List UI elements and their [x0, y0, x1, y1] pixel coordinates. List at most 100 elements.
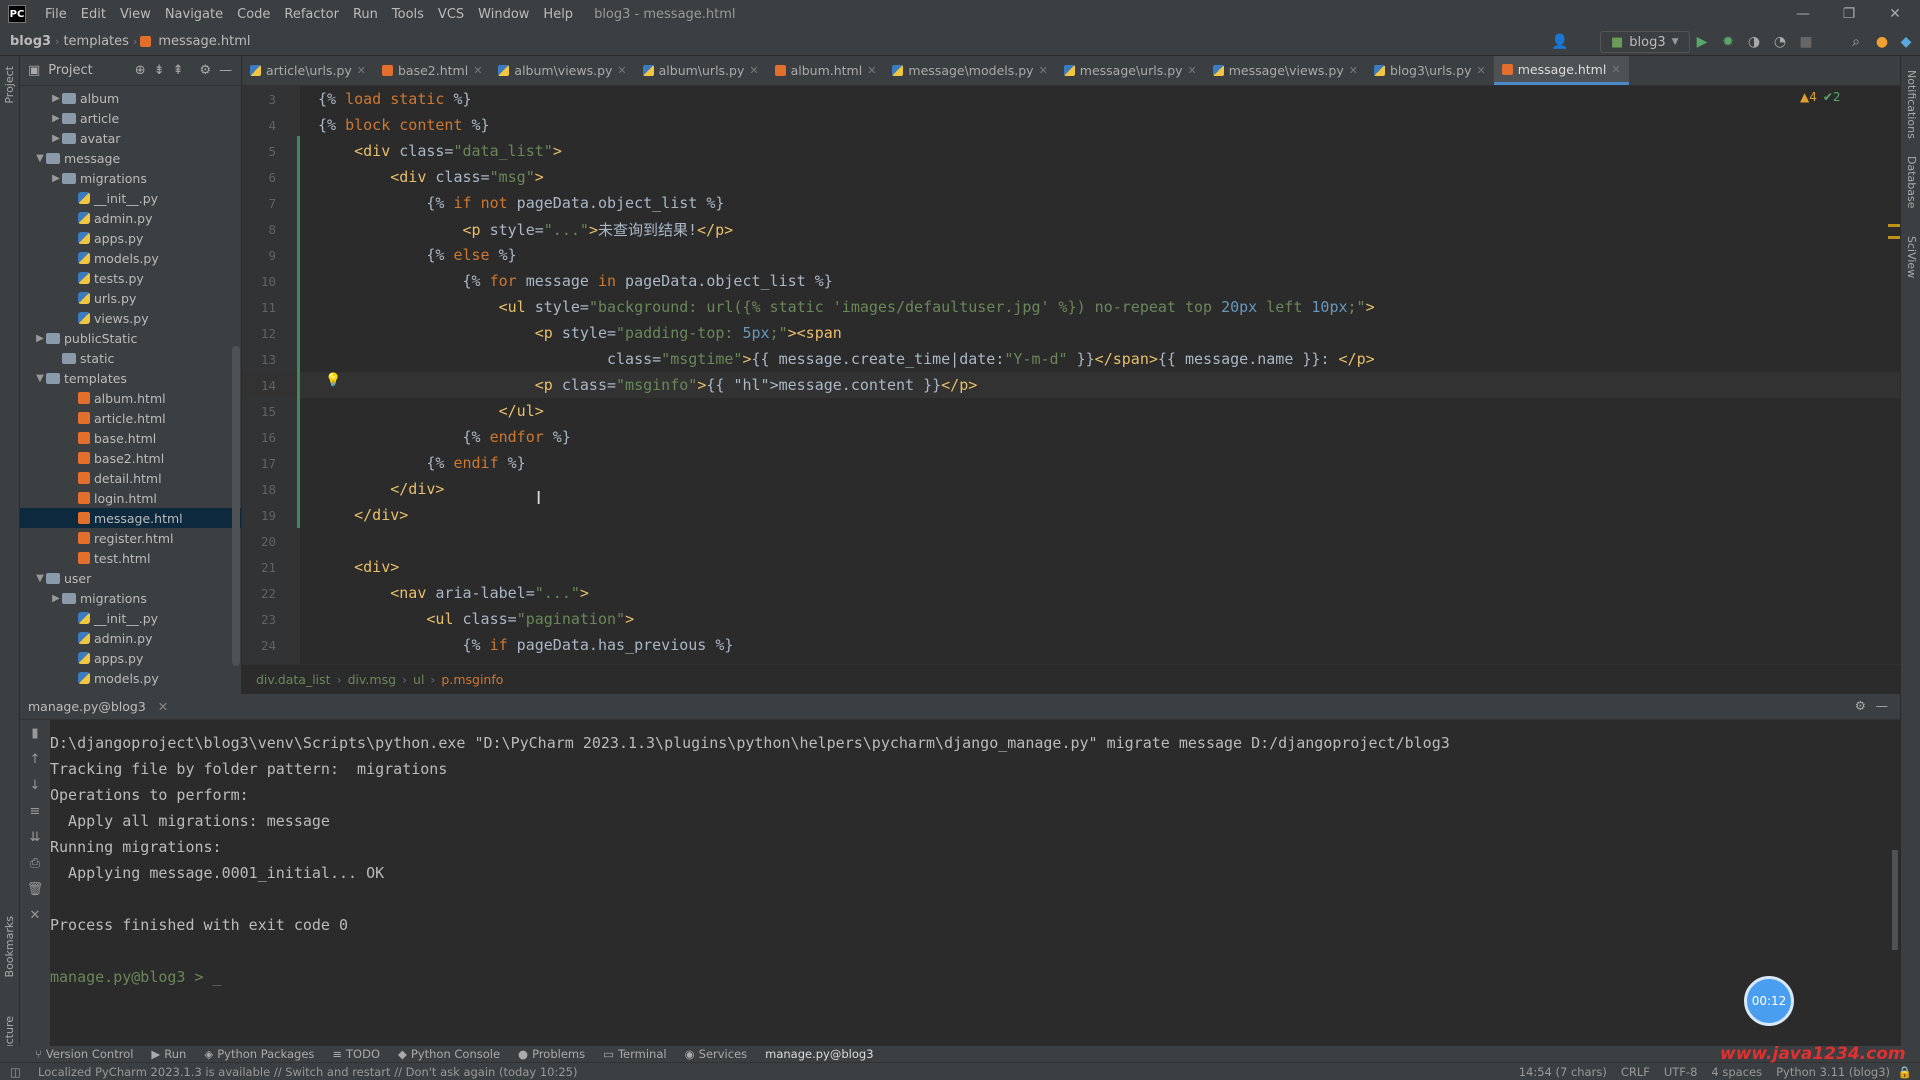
code-text[interactable]: <div class="msg">: [318, 168, 544, 186]
tree-item[interactable]: message.html: [20, 508, 241, 528]
bookmarks-tool-button[interactable]: Bookmarks: [3, 916, 16, 977]
tree-item[interactable]: ▶ avatar: [20, 128, 241, 148]
tree-item[interactable]: views.py: [20, 308, 241, 328]
tree-item[interactable]: static: [20, 348, 241, 368]
scroll-to-end-icon[interactable]: ⇊: [20, 824, 50, 850]
tree-item[interactable]: article.html: [20, 408, 241, 428]
code-line[interactable]: 5 <div class="data_list">: [242, 138, 1900, 164]
status-message[interactable]: Localized PyCharm 2023.1.3 is available …: [0, 1065, 577, 1079]
pycharm-logo-icon[interactable]: PC: [8, 5, 26, 23]
tree-item[interactable]: __init__.py: [20, 608, 241, 628]
tree-item[interactable]: apps.py: [20, 228, 241, 248]
tree-item[interactable]: tests.py: [20, 268, 241, 288]
code-line[interactable]: 19 </div>: [242, 502, 1900, 528]
code-line[interactable]: 3 {% load static %}: [242, 86, 1900, 112]
menu-edit[interactable]: Edit: [74, 7, 113, 22]
sciview-tool-button[interactable]: SciView: [1905, 236, 1918, 278]
tree-item[interactable]: ▶ article: [20, 108, 241, 128]
code-line[interactable]: 16 {% endfor %}: [242, 424, 1900, 450]
editor-breadcrumb-item[interactable]: div.data_list: [256, 672, 331, 687]
warning-count[interactable]: ▲4: [1800, 90, 1817, 104]
code-text[interactable]: {% endif %}: [318, 454, 525, 472]
tool-window-problems[interactable]: ● Problems: [509, 1047, 594, 1061]
code-line[interactable]: 10 {% for message in pageData.object_lis…: [242, 268, 1900, 294]
code-line[interactable]: 20: [242, 528, 1900, 554]
tree-item[interactable]: apps.py: [20, 648, 241, 668]
rerun-icon[interactable]: ▮: [20, 720, 50, 746]
console-scrollbar[interactable]: [1892, 850, 1898, 950]
editor-tab[interactable]: message\views.py ✕: [1205, 56, 1366, 85]
code-text[interactable]: </div>: [318, 506, 408, 524]
soft-wrap-icon[interactable]: ≡: [20, 798, 50, 824]
tool-window-manage-py-blog3[interactable]: manage.py@blog3: [756, 1047, 882, 1061]
code-line[interactable]: 11 <ul style="background: url({% static …: [242, 294, 1900, 320]
gear-icon[interactable]: ⚙: [200, 63, 212, 78]
coverage-icon[interactable]: ◑: [1744, 32, 1764, 52]
chevron-right-icon[interactable]: ▶: [34, 333, 46, 344]
project-tool-button[interactable]: Project: [3, 66, 16, 104]
menu-vcs[interactable]: VCS: [431, 7, 471, 22]
close-icon[interactable]: ✕: [1039, 64, 1048, 77]
editor-breadcrumb-item[interactable]: div.msg: [348, 672, 396, 687]
menu-view[interactable]: View: [113, 7, 158, 22]
menu-refactor[interactable]: Refactor: [277, 7, 346, 22]
tool-window-python-packages[interactable]: ◈ Python Packages: [195, 1047, 323, 1061]
code-text[interactable]: {% if pageData.has_previous %}: [318, 636, 734, 654]
database-tool-button[interactable]: Database: [1905, 156, 1918, 209]
gear-icon[interactable]: ⚙: [1855, 698, 1866, 713]
tree-item[interactable]: ▶ migrations: [20, 168, 241, 188]
code-text[interactable]: <nav aria-label="...">: [318, 584, 589, 602]
close-window-icon[interactable]: ✕: [1872, 0, 1918, 28]
chevron-right-icon[interactable]: ▶: [50, 173, 62, 184]
inspection-widget[interactable]: ▲4 ✔2: [1800, 90, 1841, 104]
editor-tab[interactable]: album.html ✕: [767, 56, 885, 85]
breadcrumb-file[interactable]: message.html: [154, 34, 254, 49]
code-line[interactable]: 17 {% endif %}: [242, 450, 1900, 476]
editor-tab[interactable]: message\models.py ✕: [884, 56, 1055, 85]
code-text[interactable]: {% block content %}: [318, 116, 490, 134]
search-icon[interactable]: ⌕: [1846, 32, 1866, 52]
user-icon[interactable]: 👤: [1550, 32, 1570, 52]
stop-icon[interactable]: ■: [1796, 32, 1816, 52]
code-text[interactable]: </div>: [318, 480, 444, 498]
chevron-right-icon[interactable]: ▶: [50, 593, 62, 604]
tool-window-python-console[interactable]: ◆ Python Console: [389, 1047, 509, 1061]
code-text[interactable]: <p style="padding-top: 5px;"><span: [318, 324, 842, 342]
breadcrumb-folder[interactable]: templates: [59, 34, 132, 49]
project-panel-title[interactable]: Project: [48, 63, 92, 78]
down-icon[interactable]: ↓: [20, 772, 50, 798]
console-output[interactable]: D:\djangoproject\blog3\venv\Scripts\pyth…: [50, 720, 1900, 1046]
code-text[interactable]: {% else %}: [318, 246, 516, 264]
code-line[interactable]: 12 <p style="padding-top: 5px;"><span: [242, 320, 1900, 346]
code-line[interactable]: 23 <ul class="pagination">: [242, 606, 1900, 632]
line-separator[interactable]: CRLF: [1621, 1065, 1650, 1079]
tree-item[interactable]: ▶ publicStatic: [20, 328, 241, 348]
tree-item[interactable]: ▼ message: [20, 148, 241, 168]
breadcrumb-project[interactable]: blog3: [0, 34, 55, 49]
tree-item[interactable]: ▼ templates: [20, 368, 241, 388]
editor-tab[interactable]: album\views.py ✕: [490, 56, 634, 85]
ok-count[interactable]: ✔2: [1823, 90, 1841, 104]
maximize-icon[interactable]: ❐: [1826, 0, 1872, 28]
tree-item[interactable]: models.py: [20, 248, 241, 268]
menu-window[interactable]: Window: [471, 7, 536, 22]
up-icon[interactable]: ↑: [20, 746, 50, 772]
code-text[interactable]: {% for message in pageData.object_list %…: [318, 272, 833, 290]
chevron-down-icon[interactable]: ▼: [34, 573, 46, 584]
layout-icon[interactable]: ◫: [10, 1065, 21, 1079]
tree-item[interactable]: __init__.py: [20, 188, 241, 208]
tool-window-version-control[interactable]: ⑂ Version Control: [26, 1047, 142, 1061]
code-text[interactable]: <div class="data_list">: [318, 142, 562, 160]
code-line[interactable]: 6 <div class="msg">: [242, 164, 1900, 190]
close-icon[interactable]: ✕: [1611, 63, 1620, 76]
menu-help[interactable]: Help: [536, 7, 580, 22]
close-icon[interactable]: ✕: [473, 64, 482, 77]
code-text[interactable]: <div>: [318, 558, 399, 576]
chevron-down-icon[interactable]: ▼: [34, 373, 46, 384]
close-icon[interactable]: ✕: [357, 64, 366, 77]
code-line[interactable]: 9 {% else %}: [242, 242, 1900, 268]
code-line[interactable]: 13 class="msgtime">{{ message.create_tim…: [242, 346, 1900, 372]
tree-item[interactable]: test.html: [20, 548, 241, 568]
plugin-icon[interactable]: ◆: [1896, 32, 1916, 52]
tree-item[interactable]: ▶ migrations: [20, 588, 241, 608]
